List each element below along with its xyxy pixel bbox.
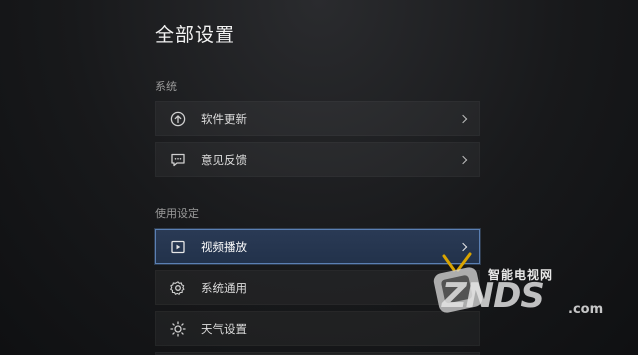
- gear-icon: [169, 279, 187, 297]
- row-label: 软件更新: [201, 111, 247, 126]
- section-label-system: 系统: [155, 80, 177, 93]
- chevron-right-icon: [458, 114, 468, 123]
- znds-watermark: 智能电视网 ZNDS .com: [420, 250, 630, 330]
- row-label: 视频播放: [201, 239, 247, 254]
- watermark-domain-text: .com: [568, 302, 604, 317]
- page-title: 全部设置: [155, 24, 236, 46]
- section-label-usage: 使用设定: [155, 207, 199, 220]
- row-label: 天气设置: [201, 321, 247, 336]
- watermark-main-text: ZNDS: [442, 276, 545, 316]
- chevron-right-icon: [458, 155, 468, 164]
- settings-row-software-update[interactable]: 软件更新: [155, 101, 480, 136]
- chat-bubble-icon: [169, 151, 187, 169]
- upload-arrow-circle-icon: [169, 110, 187, 128]
- sun-icon: [169, 320, 187, 338]
- settings-row-feedback[interactable]: 意见反馈: [155, 142, 480, 177]
- row-label: 系统通用: [201, 280, 247, 295]
- row-label: 意见反馈: [201, 152, 247, 167]
- play-screen-icon: [169, 238, 187, 256]
